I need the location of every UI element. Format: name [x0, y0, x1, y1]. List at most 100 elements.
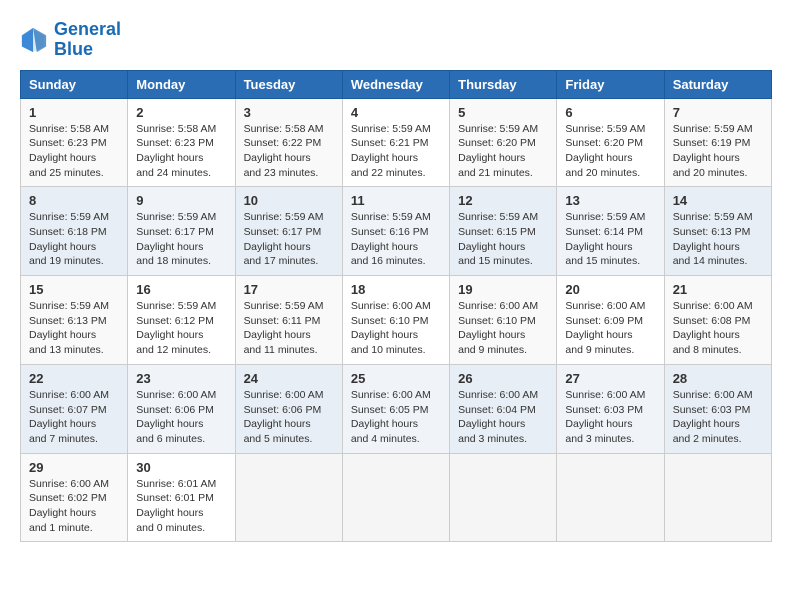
day-number: 29: [29, 460, 119, 475]
calendar-body: 1 Sunrise: 5:58 AM Sunset: 6:23 PM Dayli…: [21, 98, 772, 542]
calendar-cell: 2 Sunrise: 5:58 AM Sunset: 6:23 PM Dayli…: [128, 98, 235, 187]
day-number: 8: [29, 193, 119, 208]
day-number: 27: [565, 371, 655, 386]
cell-content: Sunrise: 6:00 AM Sunset: 6:06 PM Dayligh…: [136, 388, 226, 447]
calendar-cell: 19 Sunrise: 6:00 AM Sunset: 6:10 PM Dayl…: [450, 276, 557, 365]
day-number: 19: [458, 282, 548, 297]
cell-content: Sunrise: 6:00 AM Sunset: 6:09 PM Dayligh…: [565, 299, 655, 358]
calendar-cell: 8 Sunrise: 5:59 AM Sunset: 6:18 PM Dayli…: [21, 187, 128, 276]
day-number: 23: [136, 371, 226, 386]
day-number: 14: [673, 193, 763, 208]
cell-content: Sunrise: 5:59 AM Sunset: 6:17 PM Dayligh…: [136, 210, 226, 269]
calendar-cell: 7 Sunrise: 5:59 AM Sunset: 6:19 PM Dayli…: [664, 98, 771, 187]
weekday-wednesday: Wednesday: [342, 70, 449, 98]
logo-text: General Blue: [54, 20, 121, 60]
cell-content: Sunrise: 6:00 AM Sunset: 6:04 PM Dayligh…: [458, 388, 548, 447]
calendar-cell: [235, 453, 342, 542]
cell-content: Sunrise: 5:59 AM Sunset: 6:15 PM Dayligh…: [458, 210, 548, 269]
day-number: 24: [244, 371, 334, 386]
calendar-cell: 18 Sunrise: 6:00 AM Sunset: 6:10 PM Dayl…: [342, 276, 449, 365]
calendar-cell: 17 Sunrise: 5:59 AM Sunset: 6:11 PM Dayl…: [235, 276, 342, 365]
cell-content: Sunrise: 5:59 AM Sunset: 6:17 PM Dayligh…: [244, 210, 334, 269]
day-number: 22: [29, 371, 119, 386]
day-number: 7: [673, 105, 763, 120]
day-number: 28: [673, 371, 763, 386]
cell-content: Sunrise: 5:58 AM Sunset: 6:22 PM Dayligh…: [244, 122, 334, 181]
day-number: 2: [136, 105, 226, 120]
day-number: 10: [244, 193, 334, 208]
cell-content: Sunrise: 6:00 AM Sunset: 6:10 PM Dayligh…: [351, 299, 441, 358]
calendar-cell: 3 Sunrise: 5:58 AM Sunset: 6:22 PM Dayli…: [235, 98, 342, 187]
cell-content: Sunrise: 5:59 AM Sunset: 6:16 PM Dayligh…: [351, 210, 441, 269]
cell-content: Sunrise: 6:00 AM Sunset: 6:10 PM Dayligh…: [458, 299, 548, 358]
cell-content: Sunrise: 5:59 AM Sunset: 6:20 PM Dayligh…: [458, 122, 548, 181]
calendar-cell: 20 Sunrise: 6:00 AM Sunset: 6:09 PM Dayl…: [557, 276, 664, 365]
cell-content: Sunrise: 6:00 AM Sunset: 6:03 PM Dayligh…: [565, 388, 655, 447]
calendar-cell: 24 Sunrise: 6:00 AM Sunset: 6:06 PM Dayl…: [235, 364, 342, 453]
day-number: 21: [673, 282, 763, 297]
day-number: 6: [565, 105, 655, 120]
calendar-cell: [664, 453, 771, 542]
calendar-cell: 11 Sunrise: 5:59 AM Sunset: 6:16 PM Dayl…: [342, 187, 449, 276]
cell-content: Sunrise: 5:59 AM Sunset: 6:13 PM Dayligh…: [673, 210, 763, 269]
day-number: 13: [565, 193, 655, 208]
cell-content: Sunrise: 5:59 AM Sunset: 6:12 PM Dayligh…: [136, 299, 226, 358]
calendar-cell: 28 Sunrise: 6:00 AM Sunset: 6:03 PM Dayl…: [664, 364, 771, 453]
day-number: 11: [351, 193, 441, 208]
cell-content: Sunrise: 6:00 AM Sunset: 6:08 PM Dayligh…: [673, 299, 763, 358]
calendar-cell: 21 Sunrise: 6:00 AM Sunset: 6:08 PM Dayl…: [664, 276, 771, 365]
cell-content: Sunrise: 6:00 AM Sunset: 6:05 PM Dayligh…: [351, 388, 441, 447]
weekday-sunday: Sunday: [21, 70, 128, 98]
cell-content: Sunrise: 5:59 AM Sunset: 6:13 PM Dayligh…: [29, 299, 119, 358]
weekday-saturday: Saturday: [664, 70, 771, 98]
calendar-cell: 9 Sunrise: 5:59 AM Sunset: 6:17 PM Dayli…: [128, 187, 235, 276]
day-number: 16: [136, 282, 226, 297]
cell-content: Sunrise: 6:00 AM Sunset: 6:02 PM Dayligh…: [29, 477, 119, 536]
logo-icon: [20, 26, 48, 54]
calendar-cell: 4 Sunrise: 5:59 AM Sunset: 6:21 PM Dayli…: [342, 98, 449, 187]
calendar-cell: 6 Sunrise: 5:59 AM Sunset: 6:20 PM Dayli…: [557, 98, 664, 187]
cell-content: Sunrise: 5:58 AM Sunset: 6:23 PM Dayligh…: [29, 122, 119, 181]
cell-content: Sunrise: 6:00 AM Sunset: 6:03 PM Dayligh…: [673, 388, 763, 447]
calendar-cell: 1 Sunrise: 5:58 AM Sunset: 6:23 PM Dayli…: [21, 98, 128, 187]
day-number: 15: [29, 282, 119, 297]
cell-content: Sunrise: 5:59 AM Sunset: 6:14 PM Dayligh…: [565, 210, 655, 269]
calendar-week-4: 22 Sunrise: 6:00 AM Sunset: 6:07 PM Dayl…: [21, 364, 772, 453]
calendar-cell: 30 Sunrise: 6:01 AM Sunset: 6:01 PM Dayl…: [128, 453, 235, 542]
calendar-cell: 13 Sunrise: 5:59 AM Sunset: 6:14 PM Dayl…: [557, 187, 664, 276]
calendar-cell: 16 Sunrise: 5:59 AM Sunset: 6:12 PM Dayl…: [128, 276, 235, 365]
cell-content: Sunrise: 5:59 AM Sunset: 6:19 PM Dayligh…: [673, 122, 763, 181]
day-number: 26: [458, 371, 548, 386]
calendar-week-2: 8 Sunrise: 5:59 AM Sunset: 6:18 PM Dayli…: [21, 187, 772, 276]
day-number: 5: [458, 105, 548, 120]
weekday-header-row: SundayMondayTuesdayWednesdayThursdayFrid…: [21, 70, 772, 98]
calendar-cell: 14 Sunrise: 5:59 AM Sunset: 6:13 PM Dayl…: [664, 187, 771, 276]
cell-content: Sunrise: 5:59 AM Sunset: 6:11 PM Dayligh…: [244, 299, 334, 358]
cell-content: Sunrise: 6:00 AM Sunset: 6:07 PM Dayligh…: [29, 388, 119, 447]
day-number: 17: [244, 282, 334, 297]
logo: General Blue: [20, 20, 121, 60]
calendar-week-5: 29 Sunrise: 6:00 AM Sunset: 6:02 PM Dayl…: [21, 453, 772, 542]
day-number: 4: [351, 105, 441, 120]
cell-content: Sunrise: 5:58 AM Sunset: 6:23 PM Dayligh…: [136, 122, 226, 181]
day-number: 12: [458, 193, 548, 208]
weekday-monday: Monday: [128, 70, 235, 98]
calendar-cell: 26 Sunrise: 6:00 AM Sunset: 6:04 PM Dayl…: [450, 364, 557, 453]
calendar-cell: 10 Sunrise: 5:59 AM Sunset: 6:17 PM Dayl…: [235, 187, 342, 276]
calendar-cell: 15 Sunrise: 5:59 AM Sunset: 6:13 PM Dayl…: [21, 276, 128, 365]
page-header: General Blue: [20, 20, 772, 60]
calendar-cell: [557, 453, 664, 542]
calendar-cell: 12 Sunrise: 5:59 AM Sunset: 6:15 PM Dayl…: [450, 187, 557, 276]
day-number: 30: [136, 460, 226, 475]
day-number: 3: [244, 105, 334, 120]
day-number: 9: [136, 193, 226, 208]
calendar-week-3: 15 Sunrise: 5:59 AM Sunset: 6:13 PM Dayl…: [21, 276, 772, 365]
calendar-week-1: 1 Sunrise: 5:58 AM Sunset: 6:23 PM Dayli…: [21, 98, 772, 187]
weekday-thursday: Thursday: [450, 70, 557, 98]
calendar-cell: 25 Sunrise: 6:00 AM Sunset: 6:05 PM Dayl…: [342, 364, 449, 453]
calendar-cell: 23 Sunrise: 6:00 AM Sunset: 6:06 PM Dayl…: [128, 364, 235, 453]
day-number: 18: [351, 282, 441, 297]
calendar-cell: [342, 453, 449, 542]
calendar-cell: [450, 453, 557, 542]
calendar-cell: 22 Sunrise: 6:00 AM Sunset: 6:07 PM Dayl…: [21, 364, 128, 453]
